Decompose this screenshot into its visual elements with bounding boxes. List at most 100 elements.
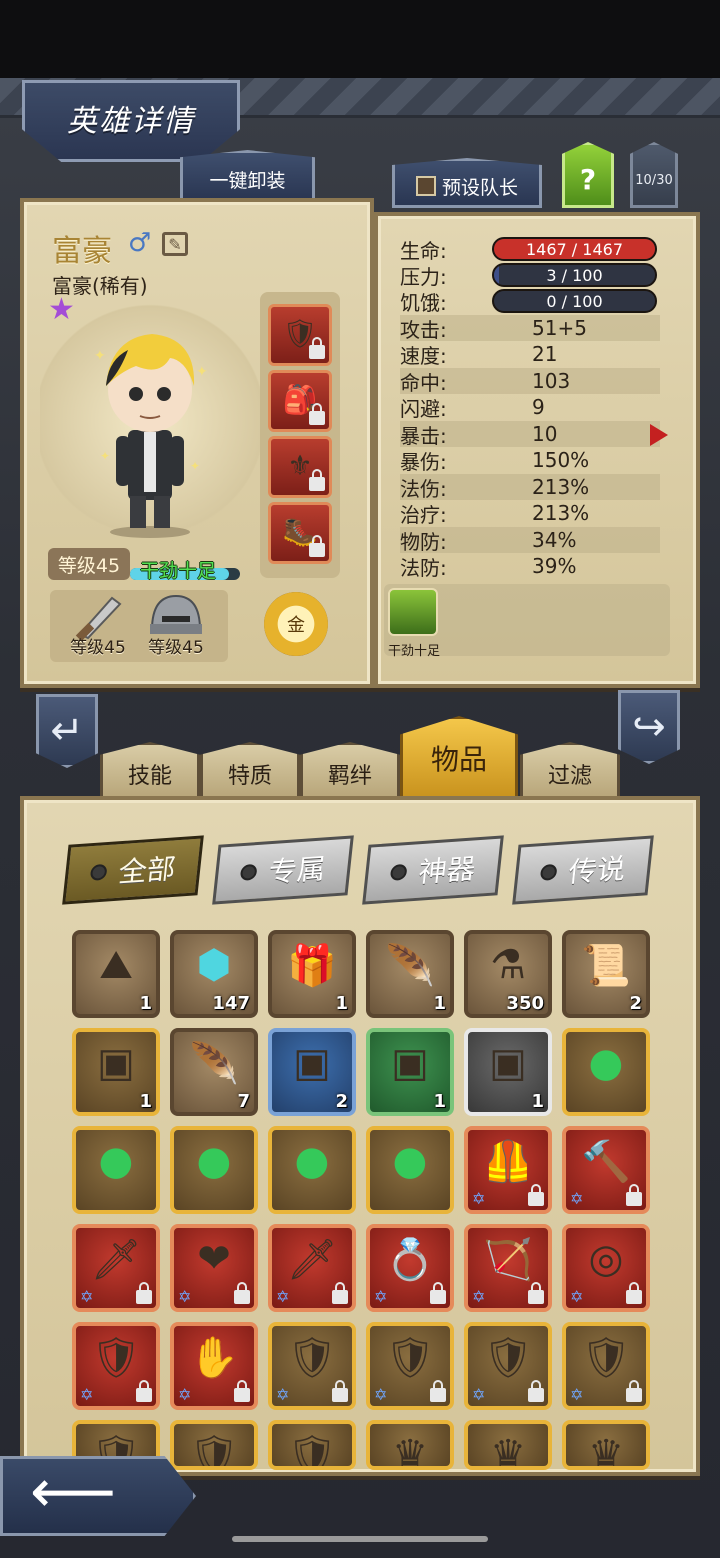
tab-label: 羁绊: [327, 764, 372, 789]
inventory-item[interactable]: 🪶 1: [366, 930, 454, 1018]
previous-hero-button[interactable]: ↵: [36, 694, 98, 768]
inventory-item[interactable]: ●: [268, 1126, 356, 1214]
inventory-item[interactable]: ♛: [464, 1420, 552, 1470]
inventory-item[interactable]: 🛡 ✡: [562, 1322, 650, 1410]
inventory-item[interactable]: ●: [366, 1126, 454, 1214]
stat-label: 物防:: [400, 529, 447, 554]
lock-icon: [528, 1282, 544, 1304]
stress-bar: 3 / 100: [492, 263, 657, 287]
hp-bar: 1467 / 1467: [492, 237, 657, 261]
jeweled-ring-icon: 💍: [385, 1237, 435, 1283]
green-gem-icon: ●: [588, 1040, 624, 1086]
filter-exclusive-button[interactable]: 专属: [212, 835, 354, 905]
equip-slot-weapon[interactable]: 🛡: [268, 304, 332, 366]
stat-label: 命中:: [400, 370, 447, 395]
inventory-item[interactable]: ▣ 1: [366, 1028, 454, 1116]
unequip-all-label: 一键卸装: [209, 169, 286, 192]
inventory-item[interactable]: 📜 2: [562, 930, 650, 1018]
edit-name-icon[interactable]: ✎: [162, 232, 188, 256]
return-arrow-icon: ↵: [50, 708, 84, 754]
inventory-item[interactable]: 🦺 ✡: [464, 1126, 552, 1214]
crystal-crown-icon: ♛: [588, 1432, 624, 1470]
inventory-item[interactable]: ♛: [562, 1420, 650, 1470]
crystal-crown-icon: ♛: [392, 1432, 428, 1470]
equipment-column: 🛡 🎒 ⚜ 🥾: [260, 292, 340, 578]
hero-name: 富豪: [52, 234, 112, 269]
stat-value: 39%: [532, 554, 577, 578]
inventory-item[interactable]: 🛡: [170, 1420, 258, 1470]
radio-dot-icon: [239, 863, 258, 881]
inventory-item[interactable]: 🗡 ✡: [268, 1224, 356, 1312]
inventory-item[interactable]: ◎ ✡: [562, 1224, 650, 1312]
inventory-item[interactable]: ⛰ 1: [72, 930, 160, 1018]
stat-label: 暴伤:: [400, 449, 447, 474]
filter-all-button[interactable]: 全部: [62, 835, 204, 905]
preset-leader-label: 预设队长: [441, 176, 518, 199]
stat-value: 9: [532, 395, 545, 419]
next-hero-button[interactable]: ↪: [618, 690, 680, 764]
motivated-trait-icon[interactable]: [388, 588, 438, 636]
lock-icon: [332, 1380, 348, 1402]
inventory-item[interactable]: 🛡 ✡: [72, 1322, 160, 1410]
next-stats-arrow-icon[interactable]: [650, 424, 668, 446]
lock-icon: [626, 1282, 642, 1304]
inventory-item[interactable]: 🗡 ✡: [72, 1224, 160, 1312]
inventory-item[interactable]: ♛: [366, 1420, 454, 1470]
inventory-item[interactable]: 🪶 7: [170, 1028, 258, 1116]
unequip-all-button[interactable]: 一键卸装: [180, 150, 315, 202]
crystal-crown-icon: ♛: [490, 1432, 526, 1470]
equip-slot-backpack[interactable]: 🎒: [268, 370, 332, 432]
inventory-item[interactable]: 🛡: [268, 1420, 356, 1470]
inventory-item[interactable]: ●: [72, 1126, 160, 1214]
inventory-item[interactable]: 🛡 ✡: [366, 1322, 454, 1410]
filter-artifact-button[interactable]: 神器: [362, 835, 504, 905]
inventory-item[interactable]: ⚗ 350: [464, 930, 552, 1018]
gold-button[interactable]: 金: [264, 592, 328, 656]
equip-slot-crest[interactable]: ⚜: [268, 436, 332, 498]
inventory-item[interactable]: ✋ ✡: [170, 1322, 258, 1410]
equip-slot-accessory[interactable]: 🥾: [268, 502, 332, 564]
inventory-item[interactable]: ●: [170, 1126, 258, 1214]
stat-label: 速度:: [400, 343, 447, 368]
inventory-item[interactable]: 🛡 ✡: [268, 1322, 356, 1410]
stat-row: 命中: 103: [400, 368, 660, 395]
inventory-item[interactable]: ⬢ 147: [170, 930, 258, 1018]
inventory-item[interactable]: 🔨 ✡: [562, 1126, 650, 1214]
inventory-item[interactable]: ❤ ✡: [170, 1224, 258, 1312]
inventory-item[interactable]: 🛡 ✡: [464, 1322, 552, 1410]
inventory-item[interactable]: ▣ 1: [72, 1028, 160, 1116]
star-of-awakening-icon: ✡: [276, 1385, 290, 1404]
filter-legendary-button[interactable]: 传说: [512, 835, 654, 905]
item-count: 2: [335, 1091, 348, 1112]
inventory-item[interactable]: ●: [562, 1028, 650, 1116]
hp-value: 1467 / 1467: [526, 239, 623, 259]
golden-feather-icon: 🪶: [385, 943, 435, 989]
inventory-item[interactable]: 💍 ✡: [366, 1224, 454, 1312]
star-of-awakening-icon: ✡: [276, 1287, 290, 1306]
stat-row-stress: 压力: 3 / 100: [400, 262, 660, 289]
stat-value: 213%: [532, 475, 590, 499]
inventory-item[interactable]: 🎁 1: [268, 930, 356, 1018]
stat-label: 攻击:: [400, 317, 447, 342]
crimson-blade-icon: 🗡: [90, 1237, 142, 1283]
stat-label: 闪避:: [400, 396, 447, 421]
preset-leader-checkbox[interactable]: [415, 176, 436, 196]
hero-portrait[interactable]: ✦ ✦ ✦ ✦: [80, 320, 220, 540]
help-button[interactable]: ?: [562, 142, 614, 208]
hammer-icon: 🔨: [581, 1139, 631, 1185]
item-count: 350: [506, 993, 544, 1014]
inventory-item[interactable]: ▣ 1: [464, 1028, 552, 1116]
golden-crossbow-icon: 🏹: [483, 1237, 533, 1283]
hunger-label: 饥饿:: [400, 290, 447, 315]
tab-label: 物品: [430, 743, 487, 776]
preset-leader-toggle[interactable]: 预设队长: [392, 158, 542, 208]
stat-value: 103: [532, 369, 571, 393]
inventory-item[interactable]: ▣ 2: [268, 1028, 356, 1116]
stat-value: 21: [532, 342, 558, 366]
inventory-item[interactable]: 🏹 ✡: [464, 1224, 552, 1312]
green-gem-icon: ●: [98, 1138, 134, 1184]
weapon-slot[interactable]: 等级45: [58, 590, 138, 660]
star-of-awakening-icon: ✡: [570, 1385, 584, 1404]
armor-slot[interactable]: 等级45: [136, 590, 216, 660]
star-of-awakening-icon: ✡: [472, 1287, 486, 1306]
